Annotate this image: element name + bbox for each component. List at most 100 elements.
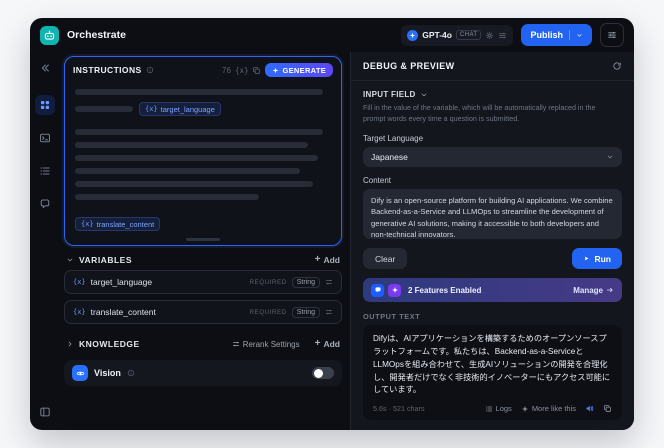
content-textarea[interactable]: Dify is an open-source platform for buil…	[363, 188, 622, 240]
debug-body: INPUT FIELD Fill in the value of the var…	[351, 81, 634, 430]
top-bar: Orchestrate GPT-4o CHAT Publish	[30, 18, 634, 52]
layout-panel-icon[interactable]	[35, 402, 55, 422]
chevron-down-icon[interactable]	[66, 256, 74, 264]
output-text: Difyは、AIアプリケーションを構築するためのオープンソースプラットフォームで…	[373, 334, 611, 395]
variable-row-target-language[interactable]: {x} target_language REQUIRED String	[64, 270, 342, 294]
clear-button[interactable]: Clear	[363, 248, 408, 270]
refresh-icon[interactable]	[612, 61, 622, 71]
play-icon	[583, 255, 590, 262]
add-variable-button[interactable]: + Add	[314, 254, 340, 266]
output-stats: 5.6s · 521 chars	[373, 404, 425, 413]
prompt-column: INSTRUCTIONS 76 {x} GENERATE {x} target_…	[60, 52, 350, 430]
input-field-description: Fill in the value of the variable, which…	[363, 103, 596, 123]
vision-card: Vision	[64, 360, 342, 386]
chevron-right-icon[interactable]	[66, 340, 74, 348]
chevron-down-icon[interactable]	[576, 32, 583, 39]
feature-chat-icon	[371, 283, 384, 297]
speaker-icon[interactable]	[585, 404, 594, 413]
sidebar-item-annotation-icon[interactable]	[35, 194, 55, 214]
publish-label: Publish	[530, 30, 563, 40]
manage-label: Manage	[573, 285, 603, 295]
prompt-editor[interactable]: {x} target_language {x} translate_conten…	[65, 81, 341, 245]
prompt-line: {x} target_language	[75, 102, 331, 116]
debug-title: DEBUG & PREVIEW	[363, 61, 455, 71]
variable-chip-target-language[interactable]: {x} target_language	[139, 102, 221, 116]
eye-icon	[72, 365, 88, 381]
scrollbar-handle[interactable]	[186, 238, 220, 241]
logs-label: Logs	[495, 404, 512, 413]
output-card: Difyは、AIアプリケーションを構築するためのオープンソースプラットフォームで…	[363, 325, 622, 420]
run-button[interactable]: Run	[572, 248, 622, 270]
sidebar-item-orchestrate[interactable]	[35, 95, 55, 115]
prompt-text-skeleton	[75, 106, 133, 112]
output-footer: 5.6s · 521 chars Logs More like this	[373, 404, 612, 413]
page-title: Orchestrate	[67, 29, 126, 41]
copy-icon[interactable]	[603, 404, 612, 413]
info-icon[interactable]	[127, 369, 135, 377]
target-language-field-label: Target Language	[363, 133, 424, 143]
type-badge[interactable]: String	[291, 276, 320, 288]
char-count: 76	[222, 65, 231, 75]
left-sidebar	[30, 52, 60, 430]
gear-icon[interactable]	[485, 31, 494, 40]
publish-button[interactable]: Publish	[521, 24, 592, 46]
target-language-select[interactable]: Japanese	[363, 146, 622, 167]
model-name: GPT-4o	[422, 30, 452, 40]
variable-chip-translate-content[interactable]: {x} translate_content	[75, 217, 161, 231]
sidebar-item-api-terminal-icon[interactable]	[35, 128, 55, 148]
variable-braces-icon: {x}	[73, 278, 86, 286]
input-field-toggle[interactable]: INPUT FIELD	[363, 90, 622, 99]
type-badge[interactable]: String	[291, 306, 320, 318]
knowledge-title: KNOWLEDGE	[79, 339, 140, 349]
variable-name: target_language	[90, 277, 153, 287]
variable-settings-icon[interactable]	[325, 278, 333, 286]
generate-label: GENERATE	[282, 65, 326, 75]
variable-braces-icon: {x}	[145, 105, 158, 113]
info-icon[interactable]	[146, 66, 154, 74]
prompt-text-skeleton	[75, 142, 308, 148]
prompt-text-skeleton	[75, 155, 319, 161]
instructions-title: INSTRUCTIONS	[73, 65, 142, 75]
features-bar: 2 Features Enabled Manage	[363, 278, 622, 303]
variable-braces-icon[interactable]: {x}	[235, 66, 249, 75]
variables-title: VARIABLES	[79, 255, 132, 265]
prompt-text-skeleton	[75, 129, 324, 135]
rerank-label: Rerank Settings	[242, 339, 300, 349]
app-settings-button[interactable]	[600, 23, 624, 47]
run-label: Run	[594, 253, 611, 264]
generate-button[interactable]: GENERATE	[265, 63, 333, 77]
instructions-header: INSTRUCTIONS 76 {x} GENERATE	[65, 57, 341, 81]
model-provider-icon	[407, 29, 419, 41]
app-avatar-icon[interactable]	[40, 25, 59, 45]
more-like-this-button[interactable]: More like this	[521, 404, 576, 413]
sliders-icon[interactable]	[498, 31, 507, 40]
required-badge: REQUIRED	[249, 278, 287, 286]
input-field-label: INPUT FIELD	[363, 90, 416, 99]
prompt-text-skeleton	[75, 168, 301, 174]
plus-icon: +	[314, 254, 321, 265]
logs-button[interactable]: Logs	[485, 404, 512, 413]
chevron-down-icon	[606, 153, 614, 161]
copy-icon[interactable]	[252, 66, 261, 75]
sidebar-item-logs-icon[interactable]	[35, 161, 55, 181]
rerank-settings-button[interactable]: Rerank Settings	[232, 340, 300, 349]
collapse-sidebar-icon[interactable]	[35, 58, 55, 78]
main-area: INSTRUCTIONS 76 {x} GENERATE {x} target_…	[30, 52, 634, 430]
prompt-text-skeleton	[75, 194, 260, 200]
manage-features-link[interactable]: Manage	[573, 286, 614, 295]
plus-icon: +	[314, 338, 321, 349]
debug-header: DEBUG & PREVIEW	[351, 52, 634, 81]
select-value: Japanese	[371, 151, 408, 162]
required-badge: REQUIRED	[249, 308, 287, 316]
chevron-down-icon	[420, 91, 428, 99]
variable-chip-label: translate_content	[96, 219, 155, 229]
vision-toggle[interactable]	[312, 367, 334, 379]
variable-row-translate-content[interactable]: {x} translate_content REQUIRED String	[64, 300, 342, 324]
variable-chip-label: target_language	[160, 104, 215, 114]
variable-settings-icon[interactable]	[325, 308, 333, 316]
model-selector[interactable]: GPT-4o CHAT	[401, 24, 514, 46]
vision-label: Vision	[94, 368, 121, 378]
variable-braces-icon: {x}	[73, 308, 86, 316]
add-knowledge-button[interactable]: + Add	[314, 338, 340, 350]
instructions-panel: INSTRUCTIONS 76 {x} GENERATE {x} target_…	[64, 56, 342, 246]
